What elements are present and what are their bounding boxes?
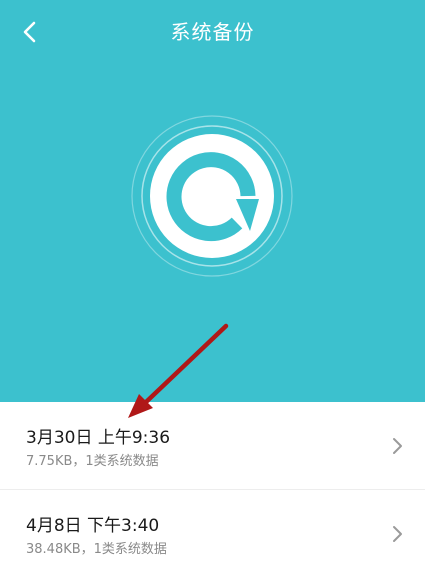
backup-graphic (131, 115, 293, 277)
backup-item[interactable]: 3月30日 上午9:36 7.75KB，1类系统数据 (0, 402, 425, 490)
chevron-right-icon (393, 526, 402, 542)
backup-date: 3月30日 上午9:36 (26, 428, 171, 448)
backup-item[interactable]: 4月8日 下午3:40 38.48KB，1类系统数据 (0, 490, 425, 578)
backup-details: 7.75KB，1类系统数据 (26, 454, 159, 469)
backup-details: 38.48KB，1类系统数据 (26, 542, 167, 557)
header-panel: 系统备份 (0, 0, 425, 402)
chevron-right-icon (393, 438, 402, 454)
backup-date: 4月8日 下午3:40 (26, 516, 160, 536)
